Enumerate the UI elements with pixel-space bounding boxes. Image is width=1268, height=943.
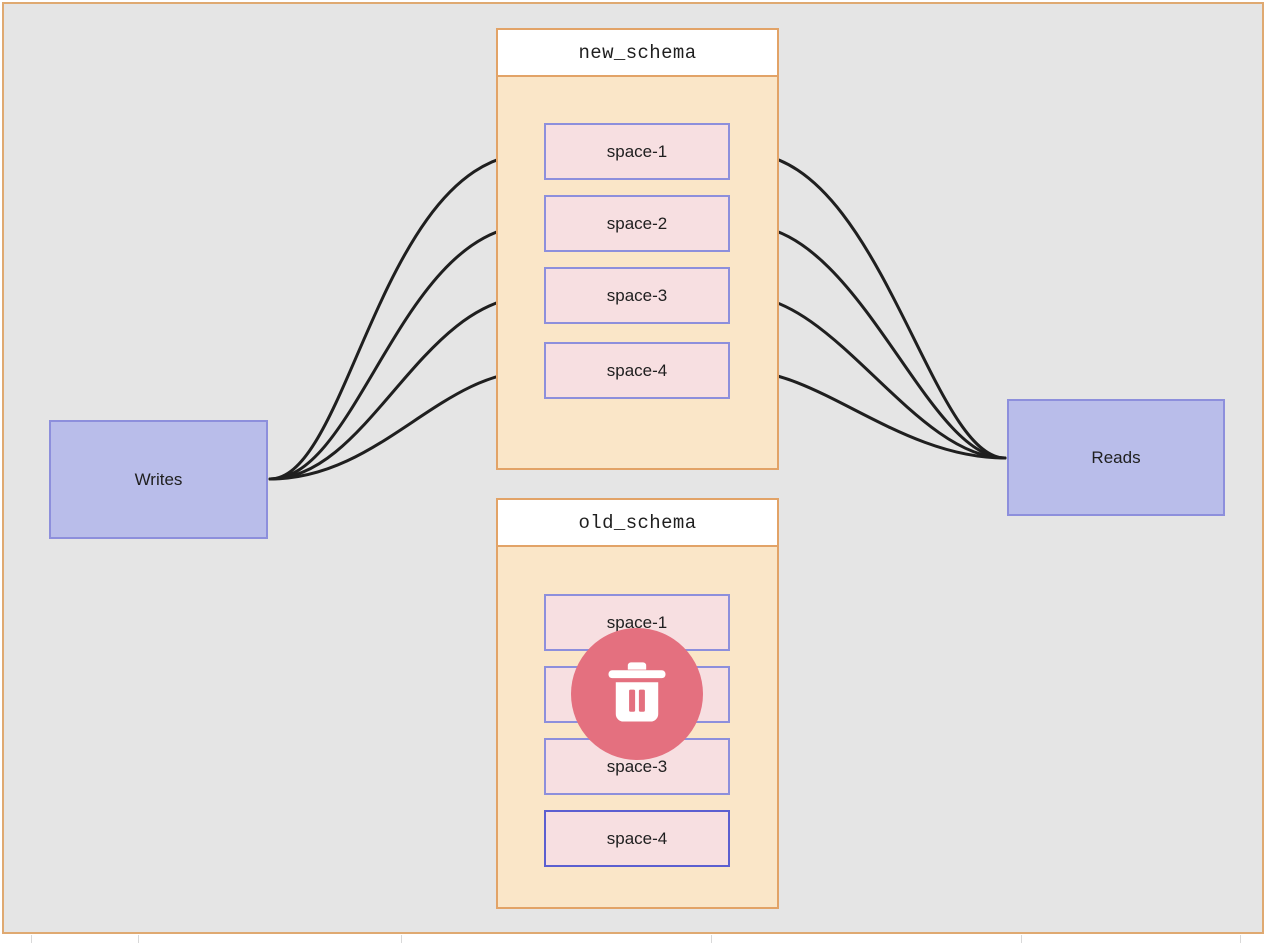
- space-node-label: space-1: [606, 141, 668, 161]
- space-node-label: space-4: [606, 360, 668, 380]
- trash-icon: [599, 656, 675, 732]
- space-node-new_schema-2[interactable]: space-2: [544, 195, 730, 252]
- diagram-canvas: Writes Reads new_schema space-1 space-2 sp…: [0, 0, 1268, 943]
- reads-node[interactable]: Reads: [1007, 399, 1225, 516]
- delete-badge[interactable]: [571, 628, 703, 760]
- space-node-label: space-2: [606, 213, 668, 233]
- schema-old-schema-title: old_schema: [578, 511, 697, 534]
- ruler-tick: [1021, 935, 1022, 943]
- writes-node[interactable]: Writes: [49, 420, 268, 539]
- ruler-tick: [711, 935, 712, 943]
- space-node-label: space-4: [606, 828, 668, 848]
- space-node-old_schema-4[interactable]: space-4: [544, 810, 730, 867]
- ruler-tick: [401, 935, 402, 943]
- space-node-label: space-3: [606, 285, 668, 305]
- schema-new-schema[interactable]: new_schema space-1 space-2 space-3 space-4: [496, 28, 779, 470]
- space-node-new_schema-4[interactable]: space-4: [544, 342, 730, 399]
- space-node-new_schema-1[interactable]: space-1: [544, 123, 730, 180]
- ruler-tick: [138, 935, 139, 943]
- ruler-tick: [31, 935, 32, 943]
- ruler-tick: [1240, 935, 1241, 943]
- schema-new-schema-title: new_schema: [578, 41, 697, 64]
- schema-new-schema-body: space-1 space-2 space-3 space-4: [496, 77, 779, 470]
- schema-new-schema-header: new_schema: [496, 28, 779, 77]
- schema-old-schema-header: old_schema: [496, 498, 779, 547]
- reads-label: Reads: [1091, 447, 1141, 467]
- writes-label: Writes: [134, 469, 183, 489]
- space-node-new_schema-3[interactable]: space-3: [544, 267, 730, 324]
